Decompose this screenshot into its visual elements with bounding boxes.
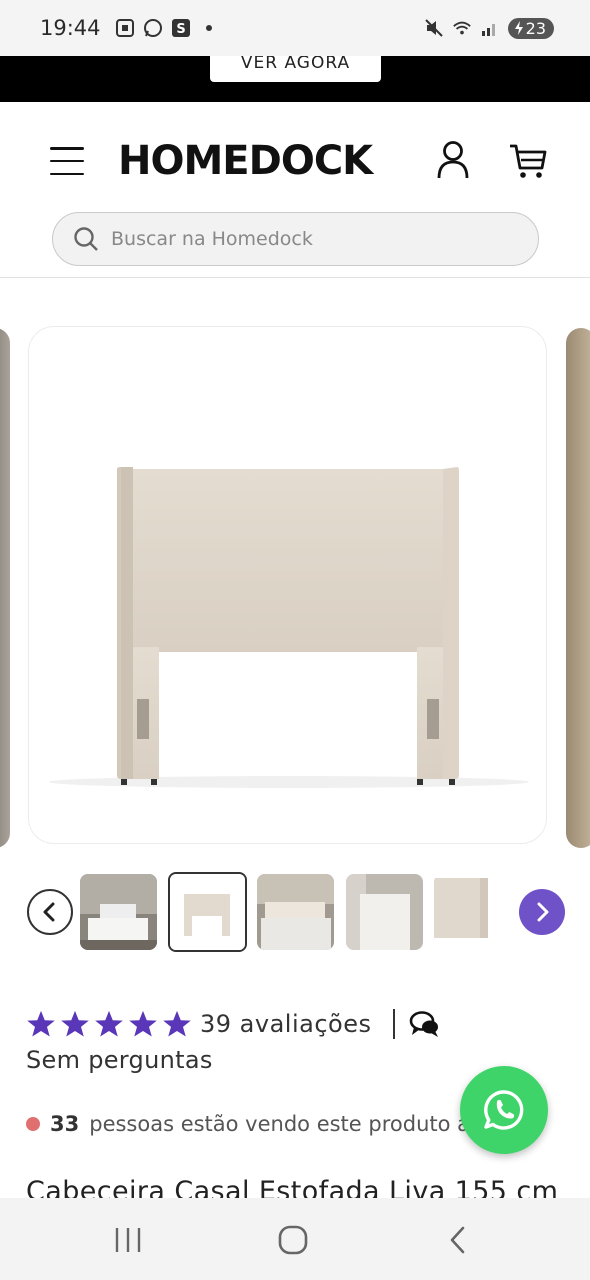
search-icon [74, 227, 98, 251]
star-icon [27, 1010, 55, 1037]
thumbnail-3[interactable] [257, 874, 334, 950]
chevron-left-icon [43, 902, 55, 922]
viewers-text: pessoas estão vendo este produto agora [89, 1112, 518, 1136]
dot-icon [199, 18, 219, 38]
questions-link[interactable]: Sem perguntas [26, 1046, 213, 1074]
live-dot-icon [26, 1117, 40, 1131]
star-icon [61, 1010, 89, 1037]
account-icon[interactable] [436, 140, 470, 180]
signal-icon [480, 18, 500, 38]
product-gallery [0, 278, 590, 858]
svg-text:S: S [176, 22, 185, 37]
thumbnail-prev-button[interactable] [27, 889, 73, 935]
thumbnail-5[interactable] [434, 874, 511, 950]
status-time: 19:44 [40, 16, 101, 40]
product-title: Cabeceira Casal Estofada Liva 155 cm [26, 1176, 559, 1198]
star-rating[interactable] [26, 1009, 196, 1039]
search-input[interactable] [111, 228, 491, 250]
thumbnail-strip [0, 870, 590, 952]
star-icon [129, 1010, 157, 1037]
back-icon[interactable] [438, 1220, 478, 1260]
chevron-right-icon [537, 902, 549, 922]
whatsapp-chat-button[interactable] [460, 1066, 548, 1154]
system-nav-bar [0, 1198, 590, 1280]
thumbnail-4[interactable] [346, 874, 423, 950]
hamburger-menu-icon[interactable] [50, 144, 84, 178]
chat-bubble-icon[interactable] [409, 1010, 441, 1038]
status-icons-right: 23 [424, 17, 554, 39]
divider [393, 1009, 396, 1039]
homedock-logo[interactable]: HOMEDOCK [118, 138, 373, 184]
rating-row: 39 avaliações [26, 1004, 441, 1044]
thumbnail-next-button[interactable] [519, 889, 565, 935]
thumbnail-1[interactable] [80, 874, 157, 950]
status-bar: 19:44 S 23 [0, 0, 590, 56]
battery-level: 23 [525, 18, 546, 38]
site-header: HOMEDOCK [0, 102, 590, 278]
next-slide-image[interactable] [566, 328, 590, 848]
headboard-image [49, 467, 529, 788]
reviews-link[interactable]: 39 avaliações [200, 1010, 371, 1038]
cart-icon[interactable] [508, 142, 548, 180]
s-app-icon: S [171, 18, 191, 38]
viewers-count: 33 [50, 1112, 80, 1136]
thumbnail-2[interactable] [168, 872, 247, 952]
star-icon [95, 1010, 123, 1037]
whatsapp-icon [143, 18, 163, 38]
whatsapp-icon [484, 1090, 524, 1130]
search-bar[interactable] [52, 212, 539, 266]
screenshot-icon [115, 18, 135, 38]
status-icons-left: S [115, 18, 219, 38]
home-icon[interactable] [273, 1220, 313, 1260]
star-icon [163, 1010, 191, 1037]
battery-icon: 23 [507, 17, 554, 39]
main-product-image[interactable] [28, 326, 547, 844]
recent-apps-icon[interactable] [108, 1220, 148, 1260]
wifi-icon [452, 18, 472, 38]
mute-icon [424, 18, 444, 38]
previous-slide-image[interactable] [0, 328, 10, 848]
promo-view-now-button[interactable]: VER AGORA [210, 56, 381, 82]
